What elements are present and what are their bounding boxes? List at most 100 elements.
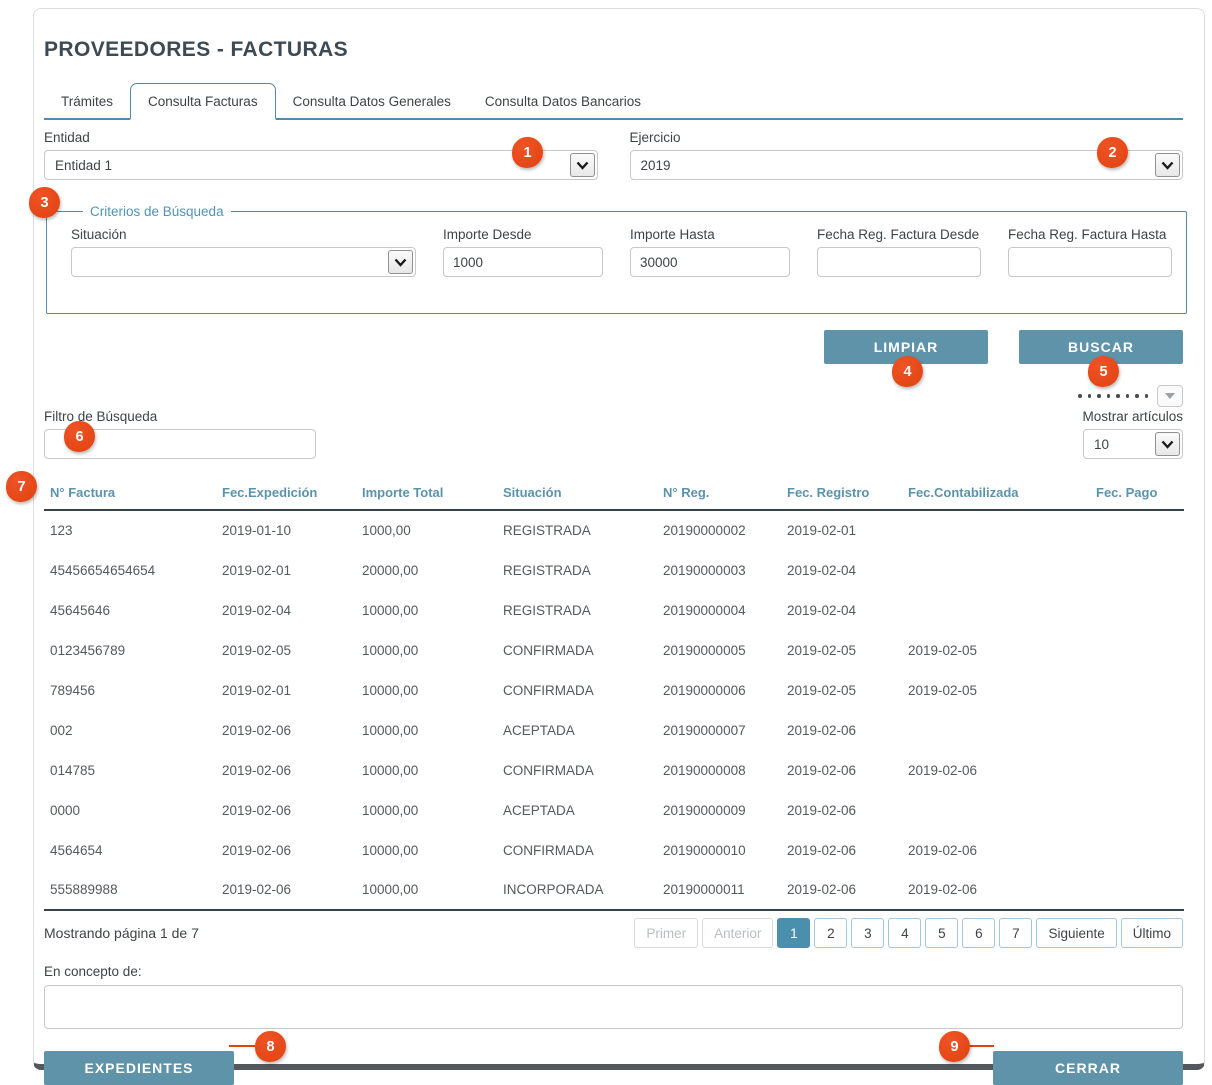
- pagination-button-4[interactable]: 4: [888, 918, 921, 948]
- pagination-status: Mostrando página 1 de 7: [44, 925, 199, 941]
- table-row: 00002019-02-0610000,00ACEPTADA2019000000…: [44, 790, 1184, 830]
- column-header: Fec. Registro: [781, 479, 902, 510]
- mostrar-articulos-field: Mostrar artículos 10: [1083, 409, 1183, 459]
- concepto-textarea[interactable]: [44, 985, 1183, 1029]
- dot-icon: [1107, 394, 1111, 398]
- table-cell: 0000: [44, 790, 216, 830]
- importe-desde-input[interactable]: [443, 247, 603, 277]
- criterios-busqueda-legend: Criterios de Búsqueda: [83, 204, 231, 219]
- table-cell: 20190000005: [657, 630, 781, 670]
- cerrar-button[interactable]: CERRAR: [993, 1051, 1183, 1085]
- dot-icon: [1097, 394, 1101, 398]
- tab-tramites[interactable]: Trámites: [44, 84, 130, 118]
- table-cell: 2019-02-06: [781, 750, 902, 790]
- table-cell: 2019-02-05: [781, 630, 902, 670]
- table-cell: 2019-02-04: [781, 550, 902, 590]
- table-cell: 123: [44, 510, 216, 550]
- table-cell: 2019-02-06: [216, 750, 356, 790]
- table-cell: 10000,00: [356, 590, 497, 630]
- chevron-down-icon: [1155, 432, 1180, 456]
- dots-dropdown-button[interactable]: [1157, 385, 1183, 407]
- table-row: 01234567892019-02-0510000,00CONFIRMADA20…: [44, 630, 1184, 670]
- pagination-button-último[interactable]: Último: [1121, 918, 1183, 948]
- pagination-controls: PrimerAnterior1234567SiguienteÚltimo: [634, 918, 1183, 948]
- callout-badge-2: 2: [1097, 137, 1128, 168]
- table-cell: INCORPORADA: [497, 870, 657, 910]
- expedientes-button[interactable]: EXPEDIENTES: [44, 1051, 234, 1085]
- table-cell: 2019-02-06: [902, 870, 1090, 910]
- pagination-button-7[interactable]: 7: [999, 918, 1032, 948]
- table-cell: 2019-02-06: [781, 790, 902, 830]
- pagination-button-6[interactable]: 6: [962, 918, 995, 948]
- table-cell: [1090, 830, 1184, 870]
- pagination-button-1[interactable]: 1: [777, 918, 810, 948]
- column-header: Fec.Contabilizada: [902, 479, 1090, 510]
- table-cell: 2019-02-06: [781, 830, 902, 870]
- table-cell: ACEPTADA: [497, 790, 657, 830]
- pagination-button-5[interactable]: 5: [925, 918, 958, 948]
- table-cell: 789456: [44, 670, 216, 710]
- table-cell: [902, 790, 1090, 830]
- importe-hasta-field: Importe Hasta: [630, 227, 790, 277]
- criterios-busqueda-fieldset: Criterios de Búsqueda Situación Importe …: [46, 204, 1187, 314]
- callout-connector-9: [966, 1045, 994, 1047]
- callout-badge-4: 4: [892, 356, 923, 387]
- table-cell: REGISTRADA: [497, 510, 657, 550]
- dot-icon: [1135, 394, 1139, 398]
- importe-desde-field: Importe Desde: [443, 227, 603, 277]
- table-row: 0147852019-02-0610000,00CONFIRMADA201900…: [44, 750, 1184, 790]
- concepto-label: En concepto de:: [44, 964, 1183, 979]
- tab-consulta-datos-generales[interactable]: Consulta Datos Generales: [276, 84, 468, 118]
- callout-badge-3: 3: [29, 187, 60, 218]
- table-cell: 2019-02-06: [902, 750, 1090, 790]
- entidad-select-value: Entidad 1: [55, 158, 112, 173]
- tab-consulta-facturas[interactable]: Consulta Facturas: [130, 83, 276, 120]
- pagination-button-siguiente[interactable]: Siguiente: [1036, 918, 1116, 948]
- table-cell: [1090, 790, 1184, 830]
- callout-badge-8: 8: [255, 1031, 286, 1062]
- table-cell: 0123456789: [44, 630, 216, 670]
- pagination-button-3[interactable]: 3: [851, 918, 884, 948]
- table-cell: 20190000002: [657, 510, 781, 550]
- table-cell: 20190000003: [657, 550, 781, 590]
- table-cell: 2019-02-06: [781, 870, 902, 910]
- mostrar-articulos-label: Mostrar artículos: [1082, 409, 1183, 424]
- situacion-select[interactable]: [71, 247, 416, 277]
- pagination-button-2[interactable]: 2: [814, 918, 847, 948]
- mostrar-articulos-select[interactable]: 10: [1083, 429, 1183, 459]
- table-row: 5558899882019-02-0610000,00INCORPORADA20…: [44, 870, 1184, 910]
- table-cell: 45645646: [44, 590, 216, 630]
- callout-badge-7: 7: [6, 471, 37, 502]
- column-header: N° Factura: [44, 479, 216, 510]
- fecha-reg-hasta-field: Fecha Reg. Factura Hasta: [1008, 227, 1172, 277]
- table-cell: 2019-02-04: [781, 590, 902, 630]
- chevron-down-icon: [570, 153, 595, 177]
- page-title: PROVEEDORES - FACTURAS: [44, 38, 1183, 62]
- table-cell: 20190000008: [657, 750, 781, 790]
- table-cell: 10000,00: [356, 750, 497, 790]
- table-cell: 1000,00: [356, 510, 497, 550]
- table-cell: [902, 590, 1090, 630]
- table-cell: 20190000011: [657, 870, 781, 910]
- table-cell: 10000,00: [356, 790, 497, 830]
- tab-consulta-datos-bancarios[interactable]: Consulta Datos Bancarios: [468, 84, 658, 118]
- table-cell: 555889988: [44, 870, 216, 910]
- paging-dots: [1078, 394, 1148, 398]
- importe-desde-label: Importe Desde: [443, 227, 603, 242]
- table-cell: [902, 710, 1090, 750]
- table-cell: ACEPTADA: [497, 710, 657, 750]
- chevron-down-icon: [388, 250, 413, 274]
- table-row: 0022019-02-0610000,00ACEPTADA20190000007…: [44, 710, 1184, 750]
- fecha-reg-desde-input[interactable]: [817, 247, 981, 277]
- table-cell: CONFIRMADA: [497, 630, 657, 670]
- fecha-reg-hasta-input[interactable]: [1008, 247, 1172, 277]
- fecha-reg-desde-label: Fecha Reg. Factura Desde: [817, 227, 981, 242]
- table-cell: 10000,00: [356, 670, 497, 710]
- invoice-table-body: 1232019-01-101000,00REGISTRADA2019000000…: [44, 510, 1184, 910]
- importe-hasta-input[interactable]: [630, 247, 790, 277]
- table-cell: REGISTRADA: [497, 590, 657, 630]
- column-header: Situación: [497, 479, 657, 510]
- table-cell: 014785: [44, 750, 216, 790]
- importe-hasta-label: Importe Hasta: [630, 227, 790, 242]
- table-cell: 45456654654654: [44, 550, 216, 590]
